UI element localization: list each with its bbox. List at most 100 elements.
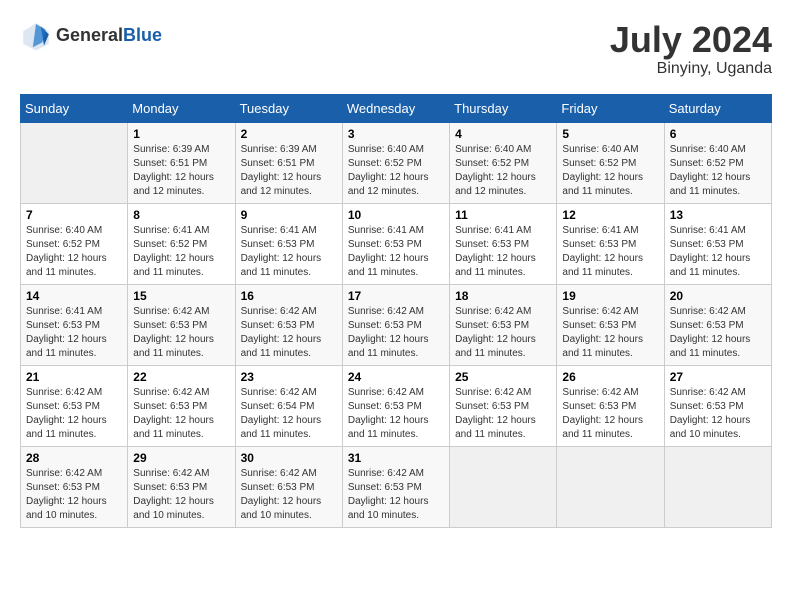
calendar-week-row: 7 Sunrise: 6:40 AMSunset: 6:52 PMDaylight…: [21, 203, 772, 284]
day-info: Sunrise: 6:41 AMSunset: 6:53 PMDaylight:…: [670, 224, 766, 280]
day-number: 20: [670, 289, 766, 303]
day-info: Sunrise: 6:42 AMSunset: 6:53 PMDaylight:…: [455, 386, 551, 442]
calendar-cell: 3 Sunrise: 6:40 AMSunset: 6:52 PMDaylight…: [342, 122, 449, 203]
day-number: 12: [562, 208, 658, 222]
calendar-cell: 31 Sunrise: 6:42 AMSunset: 6:53 PMDayligh…: [342, 446, 449, 527]
calendar-cell: 15 Sunrise: 6:42 AMSunset: 6:53 PMDayligh…: [128, 284, 235, 365]
day-info: Sunrise: 6:42 AMSunset: 6:53 PMDaylight:…: [348, 305, 444, 361]
logo: GeneralBlue: [20, 20, 162, 52]
day-number: 24: [348, 370, 444, 384]
page-header: GeneralBlue July 2024 Binyiny, Uganda: [20, 20, 772, 78]
month-year-title: July 2024: [610, 20, 772, 60]
day-info: Sunrise: 6:42 AMSunset: 6:53 PMDaylight:…: [26, 467, 122, 523]
day-info: Sunrise: 6:41 AMSunset: 6:53 PMDaylight:…: [348, 224, 444, 280]
day-info: Sunrise: 6:42 AMSunset: 6:53 PMDaylight:…: [241, 305, 337, 361]
calendar-cell: 2 Sunrise: 6:39 AMSunset: 6:51 PMDaylight…: [235, 122, 342, 203]
calendar-cell: 4 Sunrise: 6:40 AMSunset: 6:52 PMDaylight…: [450, 122, 557, 203]
day-number: 10: [348, 208, 444, 222]
calendar-cell: 14 Sunrise: 6:41 AMSunset: 6:53 PMDayligh…: [21, 284, 128, 365]
day-number: 2: [241, 127, 337, 141]
calendar-cell: [664, 446, 771, 527]
day-number: 11: [455, 208, 551, 222]
calendar-cell: 30 Sunrise: 6:42 AMSunset: 6:53 PMDayligh…: [235, 446, 342, 527]
day-number: 15: [133, 289, 229, 303]
day-number: 4: [455, 127, 551, 141]
day-number: 22: [133, 370, 229, 384]
day-number: 19: [562, 289, 658, 303]
calendar-cell: 12 Sunrise: 6:41 AMSunset: 6:53 PMDayligh…: [557, 203, 664, 284]
day-info: Sunrise: 6:40 AMSunset: 6:52 PMDaylight:…: [348, 143, 444, 199]
day-number: 21: [26, 370, 122, 384]
calendar-cell: [557, 446, 664, 527]
calendar-week-row: 21 Sunrise: 6:42 AMSunset: 6:53 PMDayligh…: [21, 365, 772, 446]
calendar-cell: 22Sunrise: 6:42 AMSunset: 6:53 PMDayligh…: [128, 365, 235, 446]
calendar-cell: 29 Sunrise: 6:42 AMSunset: 6:53 PMDayligh…: [128, 446, 235, 527]
day-number: 7: [26, 208, 122, 222]
day-number: 3: [348, 127, 444, 141]
day-info: Sunrise: 6:40 AMSunset: 6:52 PMDaylight:…: [670, 143, 766, 199]
day-of-week-header: Wednesday: [342, 94, 449, 122]
day-info: Sunrise: 6:42 AMSunset: 6:53 PMDaylight:…: [348, 467, 444, 523]
day-of-week-header: Friday: [557, 94, 664, 122]
calendar-cell: 10 Sunrise: 6:41 AMSunset: 6:53 PMDayligh…: [342, 203, 449, 284]
day-info: Sunrise: 6:42 AMSunset: 6:53 PMDaylight:…: [26, 386, 122, 442]
day-info: Sunrise: 6:39 AMSunset: 6:51 PMDaylight:…: [133, 143, 229, 199]
day-of-week-header: Saturday: [664, 94, 771, 122]
calendar-cell: 19 Sunrise: 6:42 AMSunset: 6:53 PMDayligh…: [557, 284, 664, 365]
day-number: 8: [133, 208, 229, 222]
day-info: Sunrise: 6:42 AMSunset: 6:53 PMDaylight:…: [133, 305, 229, 361]
day-number: 17: [348, 289, 444, 303]
title-block: July 2024 Binyiny, Uganda: [610, 20, 772, 78]
day-info: Sunrise: 6:42 AMSunset: 6:53 PMDaylight:…: [670, 386, 766, 442]
calendar-cell: 11 Sunrise: 6:41 AMSunset: 6:53 PMDayligh…: [450, 203, 557, 284]
day-number: 26: [562, 370, 658, 384]
calendar-cell: 16Sunrise: 6:42 AMSunset: 6:53 PMDayligh…: [235, 284, 342, 365]
calendar-cell: 28Sunrise: 6:42 AMSunset: 6:53 PMDayligh…: [21, 446, 128, 527]
location-subtitle: Binyiny, Uganda: [610, 60, 772, 78]
day-info: Sunrise: 6:41 AMSunset: 6:53 PMDaylight:…: [455, 224, 551, 280]
day-info: Sunrise: 6:41 AMSunset: 6:53 PMDaylight:…: [26, 305, 122, 361]
calendar-cell: 24 Sunrise: 6:42 AMSunset: 6:53 PMDayligh…: [342, 365, 449, 446]
calendar-cell: 21 Sunrise: 6:42 AMSunset: 6:53 PMDayligh…: [21, 365, 128, 446]
calendar-cell: 27Sunrise: 6:42 AMSunset: 6:53 PMDayligh…: [664, 365, 771, 446]
day-info: Sunrise: 6:42 AMSunset: 6:53 PMDaylight:…: [455, 305, 551, 361]
day-info: Sunrise: 6:40 AMSunset: 6:52 PMDaylight:…: [26, 224, 122, 280]
day-number: 6: [670, 127, 766, 141]
calendar-cell: 17 Sunrise: 6:42 AMSunset: 6:53 PMDayligh…: [342, 284, 449, 365]
day-number: 5: [562, 127, 658, 141]
calendar-header-row: SundayMondayTuesdayWednesdayThursdayFrid…: [21, 94, 772, 122]
day-number: 18: [455, 289, 551, 303]
day-info: Sunrise: 6:42 AMSunset: 6:53 PMDaylight:…: [562, 386, 658, 442]
calendar-cell: 5 Sunrise: 6:40 AMSunset: 6:52 PMDaylight…: [557, 122, 664, 203]
day-info: Sunrise: 6:42 AMSunset: 6:53 PMDaylight:…: [133, 467, 229, 523]
day-info: Sunrise: 6:40 AMSunset: 6:52 PMDaylight:…: [562, 143, 658, 199]
calendar-cell: 20 Sunrise: 6:42 AMSunset: 6:53 PMDayligh…: [664, 284, 771, 365]
day-info: Sunrise: 6:41 AMSunset: 6:53 PMDaylight:…: [241, 224, 337, 280]
day-info: Sunrise: 6:41 AMSunset: 6:53 PMDaylight:…: [562, 224, 658, 280]
day-info: Sunrise: 6:42 AMSunset: 6:54 PMDaylight:…: [241, 386, 337, 442]
calendar-cell: 26 Sunrise: 6:42 AMSunset: 6:53 PMDayligh…: [557, 365, 664, 446]
day-of-week-header: Sunday: [21, 94, 128, 122]
day-info: Sunrise: 6:40 AMSunset: 6:52 PMDaylight:…: [455, 143, 551, 199]
day-number: 29: [133, 451, 229, 465]
calendar-week-row: 14 Sunrise: 6:41 AMSunset: 6:53 PMDayligh…: [21, 284, 772, 365]
day-number: 31: [348, 451, 444, 465]
calendar-cell: 23 Sunrise: 6:42 AMSunset: 6:54 PMDayligh…: [235, 365, 342, 446]
day-number: 1: [133, 127, 229, 141]
day-info: Sunrise: 6:39 AMSunset: 6:51 PMDaylight:…: [241, 143, 337, 199]
logo-icon: [20, 20, 52, 52]
calendar-week-row: 28Sunrise: 6:42 AMSunset: 6:53 PMDayligh…: [21, 446, 772, 527]
day-info: Sunrise: 6:42 AMSunset: 6:53 PMDaylight:…: [670, 305, 766, 361]
day-number: 25: [455, 370, 551, 384]
calendar-table: SundayMondayTuesdayWednesdayThursdayFrid…: [20, 94, 772, 528]
day-info: Sunrise: 6:42 AMSunset: 6:53 PMDaylight:…: [348, 386, 444, 442]
day-number: 9: [241, 208, 337, 222]
calendar-cell: 8Sunrise: 6:41 AMSunset: 6:52 PMDaylight…: [128, 203, 235, 284]
day-number: 23: [241, 370, 337, 384]
day-info: Sunrise: 6:42 AMSunset: 6:53 PMDaylight:…: [562, 305, 658, 361]
day-number: 30: [241, 451, 337, 465]
day-number: 14: [26, 289, 122, 303]
day-of-week-header: Thursday: [450, 94, 557, 122]
calendar-cell: 9 Sunrise: 6:41 AMSunset: 6:53 PMDaylight…: [235, 203, 342, 284]
day-info: Sunrise: 6:42 AMSunset: 6:53 PMDaylight:…: [241, 467, 337, 523]
